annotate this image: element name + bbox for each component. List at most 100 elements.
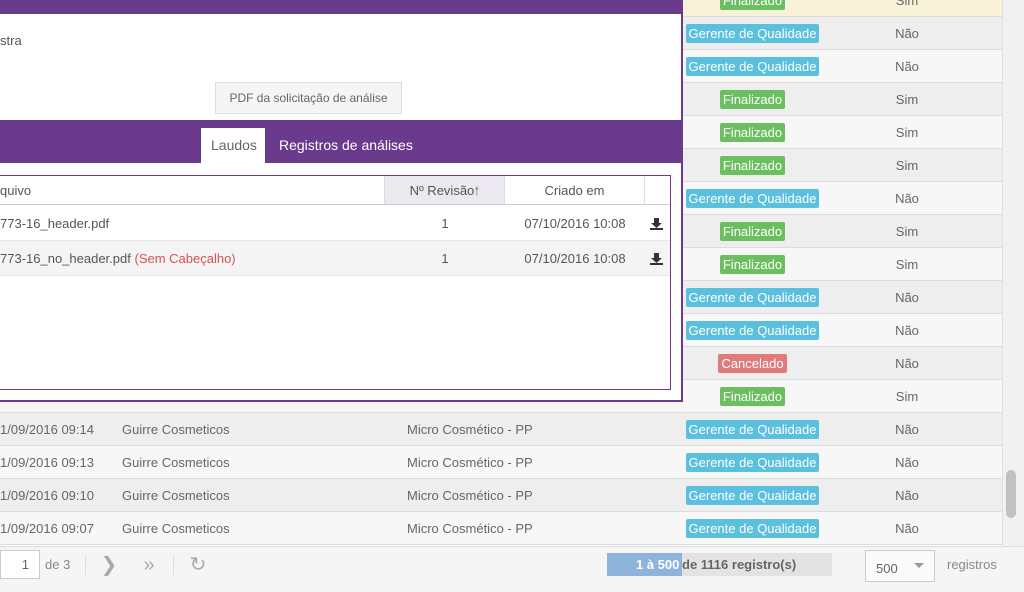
cell-date: 1/09/2016 09:13 xyxy=(0,455,94,470)
per-page-select[interactable]: 500 xyxy=(865,550,935,582)
cell-status: Finalizado xyxy=(684,0,821,17)
cell-flag: Sim xyxy=(895,158,919,173)
status-badge: Cancelado xyxy=(718,354,787,373)
report-row[interactable]: 773-16_no_header.pdf (Sem Cabeçalho) 1 07/… xyxy=(0,241,670,276)
next-page-icon[interactable]: ❯ xyxy=(95,552,123,578)
download-icon xyxy=(650,253,663,265)
cell-type: Micro Cosmético - PP xyxy=(407,488,533,503)
refresh-icon[interactable]: ↻ xyxy=(184,552,212,578)
status-badge: Gerente de Qualidade xyxy=(685,519,820,538)
column-header-revision[interactable]: Nº Revisão🠕 xyxy=(385,176,505,205)
range-label: 1 à 500 de 1116 registro(s) xyxy=(607,553,832,576)
cell-status: Gerente de Qualidade xyxy=(684,512,821,545)
cell-flag: Não xyxy=(895,323,919,338)
status-badge: Gerente de Qualidade xyxy=(685,24,820,43)
cell-file: 773-16_no_header.pdf (Sem Cabeçalho) xyxy=(0,241,236,276)
cell-date: 1/09/2016 09:10 xyxy=(0,488,94,503)
pager-divider xyxy=(173,555,174,575)
cell-status: Gerente de Qualidade xyxy=(684,314,821,347)
cell-flag: Sim xyxy=(895,0,919,8)
column-header-created[interactable]: Criado em xyxy=(505,176,645,205)
table-row[interactable]: 1/09/2016 09:07 Guirre Cosmeticos Micro Co… xyxy=(0,512,1002,545)
status-badge: Gerente de Qualidade xyxy=(685,321,820,340)
cell-status: Gerente de Qualidade xyxy=(684,17,821,50)
cell-status: Finalizado xyxy=(684,215,821,248)
cell-status: Finalizado xyxy=(684,83,821,116)
status-badge: Finalizado xyxy=(719,123,786,142)
cell-flag: Não xyxy=(895,191,919,206)
cell-type: Micro Cosmético - PP xyxy=(407,422,533,437)
range-total: de 1116 registro(s) xyxy=(682,557,797,572)
status-badge: Finalizado xyxy=(719,0,786,10)
status-badge: Gerente de Qualidade xyxy=(685,57,820,76)
cell-status: Gerente de Qualidade xyxy=(684,413,821,446)
table-row[interactable]: 1/09/2016 09:14 Guirre Cosmeticos Micro Co… xyxy=(0,413,1002,446)
table-row[interactable]: 1/09/2016 09:10 Guirre Cosmeticos Micro Co… xyxy=(0,479,1002,512)
request-details-modal: stra PDF da solicitação de análise Laudo… xyxy=(0,0,683,402)
status-badge: Finalizado xyxy=(719,90,786,109)
last-page-icon[interactable]: » xyxy=(135,552,163,578)
cell-flag: Não xyxy=(895,488,919,503)
status-badge: Finalizado xyxy=(719,255,786,274)
cell-status: Gerente de Qualidade xyxy=(684,182,821,215)
tab-laudos[interactable]: Laudos xyxy=(201,128,265,163)
cell-file: 773-16_header.pdf xyxy=(0,206,109,241)
cell-revision: 1 xyxy=(441,216,449,231)
column-header-file-label: quivo xyxy=(0,183,32,198)
file-name: 773-16_header.pdf xyxy=(0,216,110,231)
download-icon xyxy=(650,218,663,230)
cell-flag: Não xyxy=(895,290,919,305)
cell-created: 07/10/2016 10:08 xyxy=(524,251,626,266)
scrollbar-thumb[interactable] xyxy=(1006,470,1016,518)
report-row[interactable]: 773-16_header.pdf 1 07/10/2016 10:08 xyxy=(0,206,670,241)
cell-flag: Sim xyxy=(895,92,919,107)
status-badge: Finalizado xyxy=(719,387,786,406)
status-badge: Gerente de Qualidade xyxy=(685,486,820,505)
cell-flag: Não xyxy=(895,356,919,371)
status-badge: Gerente de Qualidade xyxy=(685,288,820,307)
cell-type: Micro Cosmético - PP xyxy=(407,521,533,536)
cell-client: Guirre Cosmeticos xyxy=(122,422,230,437)
cell-status: Gerente de Qualidade xyxy=(684,446,821,479)
column-header-revision-label: Nº Revisão xyxy=(409,183,475,198)
column-header-actions xyxy=(645,176,670,205)
cell-flag: Não xyxy=(895,521,919,536)
cell-status: Cancelado xyxy=(684,347,821,380)
cell-client: Guirre Cosmeticos xyxy=(122,488,230,503)
pager-divider xyxy=(85,555,86,575)
cell-status: Finalizado xyxy=(684,149,821,182)
table-row[interactable]: 1/09/2016 09:13 Guirre Cosmeticos Micro Co… xyxy=(0,446,1002,479)
file-name: 773-16_no_header.pdf xyxy=(0,251,131,266)
column-header-file[interactable]: quivo xyxy=(0,176,385,205)
pdf-request-button[interactable]: PDF da solicitação de análise xyxy=(215,82,402,114)
status-badge: Gerente de Qualidade xyxy=(685,453,820,472)
download-button[interactable] xyxy=(650,241,666,276)
page-count-label: de 3 xyxy=(45,557,71,572)
cell-status: Finalizado xyxy=(684,380,821,413)
cell-flag: Sim xyxy=(895,224,919,239)
status-badge: Gerente de Qualidade xyxy=(685,189,820,208)
cell-flag: Não xyxy=(895,26,919,41)
tab-registros-de-analises[interactable]: Registros de análises xyxy=(269,128,423,163)
cell-client: Guirre Cosmeticos xyxy=(122,521,230,536)
cell-client: Guirre Cosmeticos xyxy=(122,455,230,470)
status-badge: Finalizado xyxy=(719,222,786,241)
per-page-value: 500 xyxy=(876,561,898,576)
page-number-input[interactable] xyxy=(0,550,40,579)
status-badge: Finalizado xyxy=(719,156,786,175)
cell-status: Finalizado xyxy=(684,116,821,149)
cell-status: Gerente de Qualidade xyxy=(684,479,821,512)
cell-flag: Sim xyxy=(895,389,919,404)
cell-status: Finalizado xyxy=(684,248,821,281)
cell-date: 1/09/2016 09:14 xyxy=(0,422,94,437)
vertical-scrollbar[interactable] xyxy=(1002,0,1024,546)
no-header-note: (Sem Cabeçalho) xyxy=(134,251,236,266)
cell-status: Gerente de Qualidade xyxy=(684,281,821,314)
cell-type: Micro Cosmético - PP xyxy=(407,455,533,470)
download-button[interactable] xyxy=(650,206,666,241)
cell-flag: Não xyxy=(895,59,919,74)
per-page-label: registros xyxy=(947,557,997,572)
cell-revision: 1 xyxy=(441,251,449,266)
sort-up-icon: 🠕 xyxy=(474,184,480,198)
cell-flag: Não xyxy=(895,422,919,437)
